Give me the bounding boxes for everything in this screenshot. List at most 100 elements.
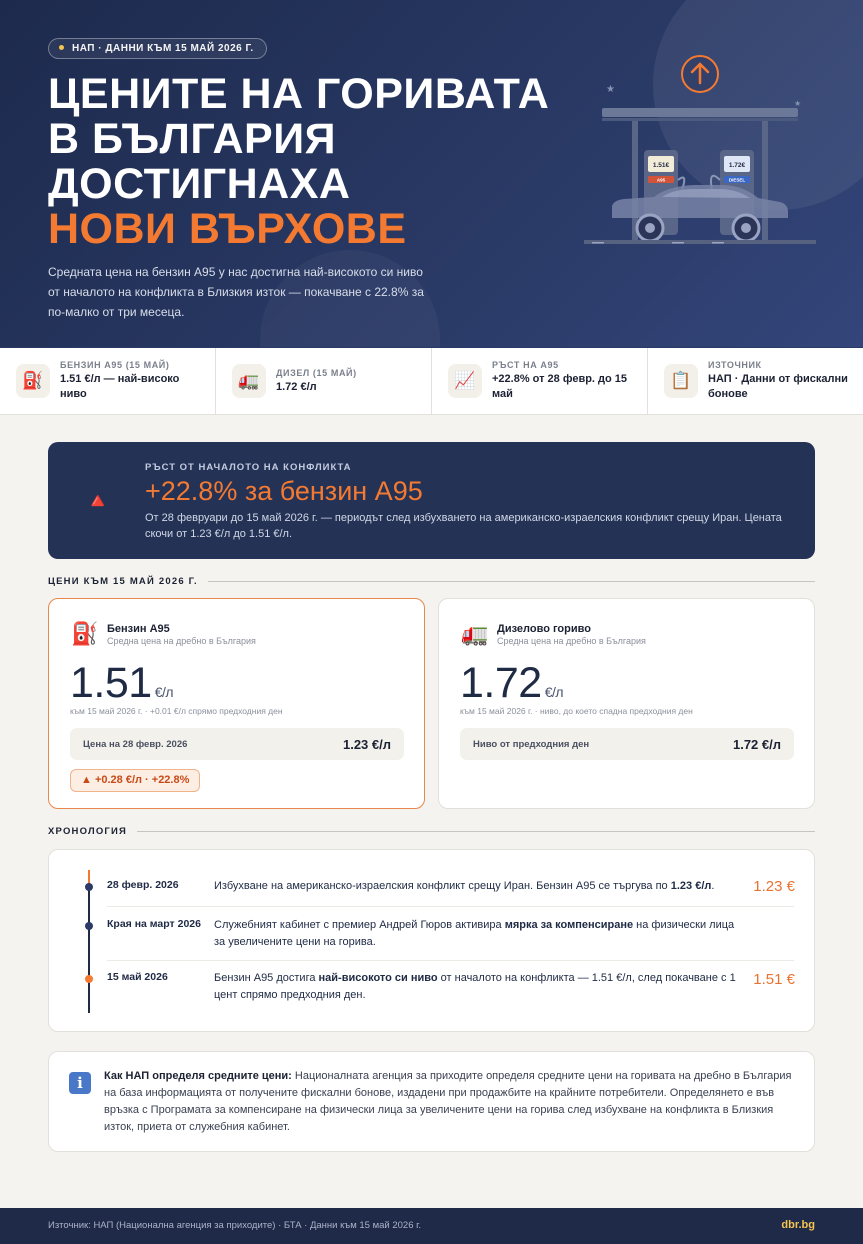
timeline-date: 15 май 2026 bbox=[107, 971, 168, 983]
stat-a95: ⛽ БЕНЗИН А95 (15 МАЙ) 1.51 €/л — най-вис… bbox=[0, 348, 216, 414]
compare-label: Ниво от предходния ден bbox=[473, 738, 590, 750]
gas-station-illustration: ★ ★ 1.51€ A95 1.72€ DIESEL bbox=[584, 55, 816, 244]
banner-label: РЪСТ ОТ НАЧАЛОТО НА КОНФЛИКТА bbox=[145, 462, 352, 473]
timeline-price: 1.23 € bbox=[753, 878, 795, 895]
stat-value: 1.72 €/л bbox=[276, 380, 317, 393]
badge-dot bbox=[59, 45, 64, 50]
pump-a95-price: 1.51€ bbox=[653, 162, 670, 169]
title-line: ДОСТИГНАХА bbox=[48, 160, 351, 208]
price-card-diesel: 🚛 Дизелово гориво Средна цена на дребно … bbox=[438, 598, 815, 809]
stat-source: 📋 ИЗТОЧНИК НАП · Данни от фискални бонов… bbox=[648, 348, 863, 414]
price-value: 1.72 bbox=[460, 659, 542, 707]
date-badge: НАП · ДАННИ КЪМ 15 МАЙ 2026 Г. bbox=[48, 38, 267, 59]
card-subtitle: Средна цена на дребно в България bbox=[107, 636, 256, 646]
timeline-text: Служебният кабинет с премиер Андрей Гюро… bbox=[214, 917, 744, 951]
stat-diesel: 🚛 ДИЗЕЛ (15 МАЙ) 1.72 €/л bbox=[216, 348, 432, 414]
price-unit: €/л bbox=[544, 684, 564, 700]
divider bbox=[207, 580, 815, 582]
timeline: 28 февр. 2026 Избухване на американско-и… bbox=[48, 849, 815, 1032]
divider bbox=[137, 830, 815, 832]
text-part: Бензин А95 достига bbox=[214, 972, 319, 984]
truck-icon: 🚛 bbox=[461, 621, 489, 646]
pump-diesel-price: 1.72€ bbox=[729, 162, 746, 169]
text-bold: мярка за компенсиране bbox=[504, 919, 634, 931]
stats-bar: ⛽ БЕНЗИН А95 (15 МАЙ) 1.51 €/л — най-вис… bbox=[0, 347, 863, 415]
card-subtitle: Средна цена на дребно в България bbox=[497, 636, 646, 646]
title-line: В БЪЛГАРИЯ bbox=[48, 115, 337, 163]
stat-label: БЕНЗИН А95 (15 МАЙ) bbox=[60, 360, 170, 370]
stat-growth: 📈 РЪСТ НА А95 +22.8% от 28 февр. до 15 м… bbox=[432, 348, 648, 414]
timeline-dot bbox=[85, 883, 93, 891]
price-card-a95: ⛽ Бензин А95 Средна цена на дребно в Бъл… bbox=[48, 598, 425, 809]
truck-icon: 🚛 bbox=[232, 364, 266, 398]
stat-label: РЪСТ НА А95 bbox=[492, 360, 559, 370]
canopy bbox=[602, 108, 798, 117]
timeline-date: Края на март 2026 bbox=[107, 918, 201, 930]
badge-text: НАП · ДАННИ КЪМ 15 МАЙ 2026 Г. bbox=[72, 43, 254, 54]
timeline-text: Бензин А95 достига най-високото си ниво … bbox=[214, 970, 744, 1004]
star-icon: ★ bbox=[794, 99, 801, 108]
chart-up-icon: 📈 bbox=[448, 364, 482, 398]
page-title: ЦЕНИТЕ НА ГОРИВАТА В БЪЛГАРИЯ ДОСТИГНАХА… bbox=[48, 72, 588, 252]
hero-description: Средната цена на бензин А95 у нас достиг… bbox=[48, 265, 424, 319]
timeline-axis bbox=[88, 870, 90, 1013]
section-heading-text: ЦЕНИ КЪМ 15 МАЙ 2026 Г. bbox=[48, 575, 198, 587]
section-heading-text: ХРОНОЛОГИЯ bbox=[48, 825, 128, 837]
title-accent: НОВИ ВЪРХОВЕ bbox=[48, 205, 407, 253]
card-price: 1.72 €/л bbox=[460, 659, 564, 708]
text-bold: най-високото си ниво bbox=[318, 972, 438, 984]
pump-diesel-label: DIESEL bbox=[729, 178, 746, 183]
fuel-pump-icon: ⛽ bbox=[16, 364, 50, 398]
price-value: 1.51 bbox=[70, 659, 152, 707]
timeline-date: 28 февр. 2026 bbox=[107, 879, 179, 891]
change-chip: ▲ +0.28 €/л · +22.8% bbox=[70, 769, 201, 792]
timeline-dot bbox=[85, 975, 93, 983]
text-part: Служебният кабинет с премиер Андрей Гюро… bbox=[214, 919, 505, 931]
card-title: Бензин А95 bbox=[107, 623, 170, 635]
info-icon: i bbox=[69, 1072, 91, 1094]
info-box: i Как НАП определя средните цени: Национ… bbox=[48, 1051, 815, 1152]
stat-label: ИЗТОЧНИК bbox=[708, 360, 762, 370]
compare-label: Цена на 28 февр. 2026 bbox=[83, 738, 188, 750]
pump-a95-label: A95 bbox=[657, 178, 666, 183]
footer-brand-link[interactable]: dbr.bg bbox=[781, 1219, 815, 1231]
divider bbox=[107, 960, 794, 961]
conflict-banner: 🔺 РЪСТ ОТ НАЧАЛОТО НА КОНФЛИКТА +22.8% з… bbox=[48, 442, 815, 559]
stat-value: +22.8% от 28 февр. до 15 май bbox=[492, 373, 628, 400]
stat-value: НАП · Данни от фискални бонове bbox=[708, 373, 848, 400]
compare-value: 1.23 €/л bbox=[342, 736, 391, 752]
timeline-section-heading: ХРОНОЛОГИЯ bbox=[48, 825, 815, 837]
car-icon bbox=[612, 185, 788, 243]
stat-label: ДИЗЕЛ (15 МАЙ) bbox=[276, 367, 357, 378]
divider bbox=[107, 906, 794, 907]
card-note: към 15 май 2026 г. · +0.01 €/л спрямо пр… bbox=[70, 706, 283, 716]
card-compare-row: Цена на 28 февр. 2026 1.23 €/л bbox=[70, 728, 404, 760]
timeline-dot bbox=[85, 922, 93, 930]
banner-title: +22.8% за бензин А95 bbox=[145, 476, 423, 506]
star-icon: ★ bbox=[606, 84, 615, 95]
prices-section-heading: ЦЕНИ КЪМ 15 МАЙ 2026 Г. bbox=[48, 575, 815, 587]
compare-value: 1.72 €/л bbox=[732, 736, 781, 752]
stat-value: 1.51 €/л — най-високо ниво bbox=[60, 373, 180, 400]
timeline-price: 1.51 € bbox=[753, 971, 795, 988]
card-price: 1.51 €/л bbox=[70, 659, 174, 708]
text-part: . bbox=[711, 880, 715, 892]
arrow-up-icon bbox=[681, 55, 719, 93]
text-bold: 1.23 €/л bbox=[670, 880, 712, 892]
text-part: Избухване на американско-израелския конф… bbox=[214, 880, 671, 892]
card-title: Дизелово гориво bbox=[497, 623, 591, 635]
card-compare-row: Ниво от предходния ден 1.72 €/л bbox=[460, 728, 794, 760]
card-note: към 15 май 2026 г. · ниво, до което спад… bbox=[460, 706, 693, 716]
banner-text: От 28 февруари до 15 май 2026 г. — перио… bbox=[145, 512, 782, 540]
timeline-text: Избухване на американско-израелския конф… bbox=[214, 878, 744, 895]
fuel-pump-icon: ⛽ bbox=[71, 621, 99, 646]
warning-triangle-icon: 🔺 bbox=[84, 488, 112, 513]
footer: Източник: НАП (Национална агенция за при… bbox=[0, 1208, 863, 1244]
title-line: ЦЕНИТЕ НА ГОРИВАТА bbox=[48, 70, 550, 118]
info-bold: Как НАП определя средните цени: bbox=[104, 1070, 292, 1082]
hero-section: НАП · ДАННИ КЪМ 15 МАЙ 2026 Г. ЦЕНИТЕ НА… bbox=[0, 0, 863, 347]
footer-source: Източник: НАП (Национална агенция за при… bbox=[48, 1220, 422, 1231]
clipboard-icon: 📋 bbox=[664, 364, 698, 398]
info-text: Как НАП определя средните цени: Национал… bbox=[104, 1068, 796, 1136]
price-unit: €/л bbox=[154, 684, 174, 700]
